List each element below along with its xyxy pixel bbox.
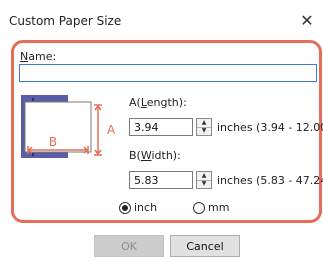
length-spin-down-icon[interactable]: ▼ [197, 126, 211, 136]
close-icon[interactable]: ✕ [296, 9, 318, 31]
width-input[interactable] [129, 171, 193, 189]
ok-button[interactable]: OK [94, 235, 164, 257]
width-spin-up-icon[interactable]: ▲ [197, 172, 211, 180]
width-spinner[interactable]: ▲ ▼ [196, 171, 212, 189]
paper-sheet [24, 101, 92, 153]
dialog-title: Custom Paper Size [9, 14, 122, 28]
length-label-prefix: A( [129, 96, 141, 109]
radio-unselected-icon[interactable] [193, 201, 205, 214]
length-spinner[interactable]: ▲ ▼ [196, 118, 212, 136]
unit-inch-label[interactable]: inch [134, 201, 157, 214]
width-label-accel: W [140, 149, 152, 162]
length-letter: A [107, 123, 116, 137]
width-label-prefix: B( [129, 149, 141, 162]
unit-mm-label[interactable]: mm [208, 201, 229, 214]
name-label: Name: [20, 50, 56, 63]
width-label-rest: idth): [151, 149, 181, 162]
radio-selected-icon[interactable] [119, 201, 131, 214]
width-label: B(Width): [129, 149, 181, 162]
name-label-accel: N [20, 50, 29, 63]
width-range-text: inches (5.83 - 47.24) [217, 174, 323, 187]
unit-mm-radio[interactable]: mm [193, 201, 229, 214]
cancel-button[interactable]: Cancel [170, 235, 240, 257]
custom-paper-size-dialog: Custom Paper Size ✕ Name: A B A(Length):… [0, 0, 323, 262]
width-spin-down-icon[interactable]: ▼ [197, 179, 211, 189]
width-letter: B [49, 135, 57, 149]
paper-size-diagram-icon: A B [21, 95, 116, 158]
length-range-text: inches (3.94 - 12.00) [217, 121, 323, 134]
length-label: A(Length): [129, 96, 187, 109]
length-input[interactable] [129, 118, 193, 136]
name-label-rest: ame: [28, 50, 57, 63]
unit-inch-radio[interactable]: inch [119, 201, 157, 214]
length-label-rest: ength): [146, 96, 187, 109]
length-spin-up-icon[interactable]: ▲ [197, 119, 211, 127]
name-input[interactable] [19, 64, 317, 82]
